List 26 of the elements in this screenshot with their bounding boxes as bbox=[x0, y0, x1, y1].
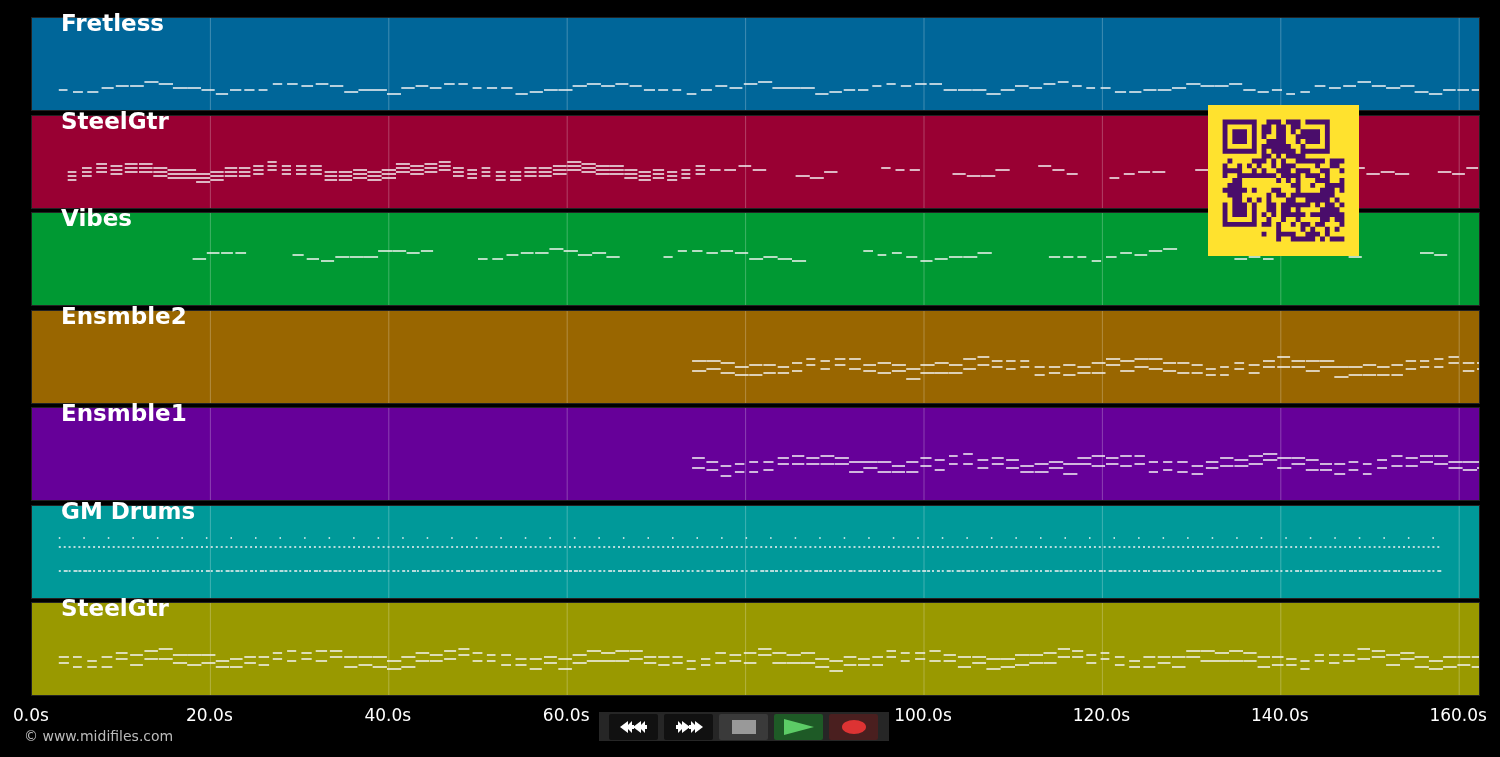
time-tick-label: 20.0s bbox=[186, 705, 233, 725]
stop-button[interactable] bbox=[719, 713, 768, 740]
time-tick-label: 160.0s bbox=[1429, 705, 1487, 725]
rewind-icon bbox=[618, 719, 649, 734]
track-name: SteelGtr bbox=[61, 107, 169, 134]
time-tick-label: 40.0s bbox=[364, 705, 412, 725]
play-button[interactable] bbox=[774, 713, 823, 740]
track-name: Fretless bbox=[61, 10, 165, 36]
play-icon bbox=[783, 718, 814, 735]
time-tick-label: 120.0s bbox=[1072, 705, 1131, 725]
record-button[interactable] bbox=[829, 713, 878, 740]
time-tick-label: 100.0s bbox=[894, 705, 952, 725]
fast-forward-button[interactable] bbox=[664, 713, 713, 740]
time-tick-label: 0.0s bbox=[13, 705, 49, 725]
time-tick-label: 140.0s bbox=[1251, 705, 1309, 725]
track-name: Vibes bbox=[61, 205, 133, 231]
track-name: GM Drums bbox=[61, 497, 196, 524]
time-tick-label: 60.0s bbox=[542, 705, 590, 725]
copyright-text: © www.midifiles.com bbox=[24, 728, 174, 744]
rewind-button[interactable] bbox=[609, 713, 658, 740]
track-name: Ensmble1 bbox=[61, 400, 187, 426]
record-icon bbox=[841, 719, 866, 734]
fast-forward-icon bbox=[673, 719, 704, 734]
track-name: SteelGtr bbox=[61, 595, 169, 621]
stop-icon bbox=[731, 719, 756, 734]
track-name: Ensmble2 bbox=[61, 302, 187, 329]
